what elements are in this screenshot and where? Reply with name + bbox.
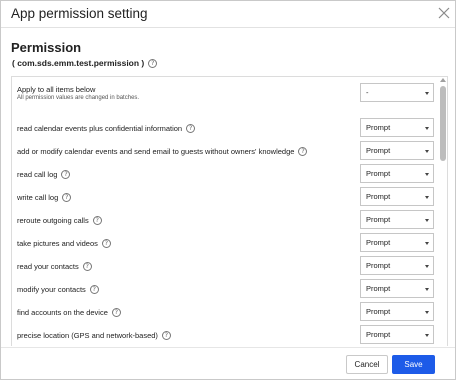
help-icon[interactable]: ?: [61, 169, 71, 179]
permission-select-value: Prompt: [366, 307, 391, 316]
scrollbar[interactable]: [439, 76, 447, 346]
dialog-footer: Cancel Save: [1, 347, 455, 379]
permission-select[interactable]: Prompt: [360, 302, 434, 321]
permission-label-row: read call log ?: [17, 168, 71, 180]
permission-row: read your contacts ? Prompt: [12, 255, 442, 277]
permission-row: modify your contacts ? Prompt: [12, 278, 442, 300]
permission-row: write call log ? Prompt: [12, 186, 442, 208]
chevron-down-icon: [425, 242, 429, 245]
chevron-down-icon: [425, 219, 429, 222]
save-button[interactable]: Save: [392, 355, 435, 374]
permission-label: read calendar events plus confidential i…: [17, 123, 183, 133]
permission-select[interactable]: Prompt: [360, 141, 434, 160]
permission-label-row: reroute outgoing calls ?: [17, 214, 102, 226]
chevron-down-icon: [425, 127, 429, 130]
help-icon[interactable]: ?: [62, 192, 72, 202]
help-icon[interactable]: ?: [161, 330, 171, 340]
chevron-down-icon: [425, 150, 429, 153]
permission-row: take pictures and videos ? Prompt: [12, 232, 442, 254]
permission-label: add or modify calendar events and send e…: [17, 146, 295, 156]
chevron-down-icon: [425, 334, 429, 337]
permission-label: read call log: [17, 169, 58, 179]
help-icon[interactable]: ?: [101, 238, 111, 248]
permission-select[interactable]: Prompt: [360, 279, 434, 298]
chevron-down-icon: [425, 265, 429, 268]
permission-select-value: Prompt: [366, 330, 391, 339]
chevron-down-icon: [425, 196, 429, 199]
permission-label: take pictures and videos: [17, 238, 98, 248]
permission-row: find accounts on the device ? Prompt: [12, 301, 442, 323]
permission-label-row: precise location (GPS and network-based)…: [17, 329, 171, 341]
permission-row: add or modify calendar events and send e…: [12, 140, 442, 162]
close-icon[interactable]: [437, 6, 451, 20]
section-title: Permission: [11, 40, 82, 55]
help-icon[interactable]: ?: [82, 261, 92, 271]
permission-label: reroute outgoing calls: [17, 215, 89, 225]
package-row: ( com.sds.emm.test.permission ) ?: [12, 57, 158, 69]
permission-label-row: take pictures and videos ?: [17, 237, 111, 249]
permission-label-row: add or modify calendar events and send e…: [17, 145, 308, 157]
permission-select-value: Prompt: [366, 192, 391, 201]
permission-label-row: modify your contacts ?: [17, 283, 99, 295]
permission-select-value: Prompt: [366, 284, 391, 293]
permission-row: read calendar events plus confidential i…: [12, 117, 442, 139]
apply-all-select[interactable]: -: [360, 83, 434, 102]
scrollbar-thumb[interactable]: [440, 86, 446, 161]
permission-select-value: Prompt: [366, 238, 391, 247]
help-icon[interactable]: ?: [92, 215, 102, 225]
permission-label: find accounts on the device: [17, 307, 108, 317]
chevron-down-icon: [425, 311, 429, 314]
apply-all-select-value: -: [366, 88, 369, 97]
permission-select[interactable]: Prompt: [360, 210, 434, 229]
permission-row: precise location (GPS and network-based)…: [12, 324, 442, 346]
permission-select[interactable]: Prompt: [360, 118, 434, 137]
chevron-down-icon: [425, 288, 429, 291]
cancel-button[interactable]: Cancel: [346, 355, 388, 374]
permission-select[interactable]: Prompt: [360, 256, 434, 275]
permission-row: reroute outgoing calls ? Prompt: [12, 209, 442, 231]
permission-select-value: Prompt: [366, 169, 391, 178]
chevron-down-icon: [425, 92, 429, 95]
permission-label-row: find accounts on the device ?: [17, 306, 121, 318]
scroll-up-icon[interactable]: [440, 78, 446, 82]
permission-label-row: write call log ?: [17, 191, 72, 203]
apply-all-label: Apply to all items below: [17, 85, 96, 94]
chevron-down-icon: [425, 173, 429, 176]
permission-row: read call log ? Prompt: [12, 163, 442, 185]
dialog-title: App permission setting: [11, 6, 148, 21]
apply-all-sublabel: All permission values are changed in bat…: [17, 95, 140, 101]
permission-select[interactable]: Prompt: [360, 233, 434, 252]
permission-label: write call log: [17, 192, 59, 202]
help-icon[interactable]: ?: [111, 307, 121, 317]
permission-select-value: Prompt: [366, 123, 391, 132]
permission-label-row: read your contacts ?: [17, 260, 92, 272]
permission-select-value: Prompt: [366, 261, 391, 270]
dialog-titlebar: App permission setting: [1, 1, 455, 28]
permission-list[interactable]: Apply to all items below All permission …: [11, 76, 448, 346]
permission-label: read your contacts: [17, 261, 79, 271]
permission-select[interactable]: Prompt: [360, 164, 434, 183]
permission-label: modify your contacts: [17, 284, 86, 294]
help-icon[interactable]: ?: [89, 284, 99, 294]
help-icon[interactable]: ?: [148, 58, 158, 68]
permission-dialog: App permission setting Permission ( com.…: [0, 0, 456, 380]
permission-label-row: read calendar events plus confidential i…: [17, 122, 196, 134]
permission-select-value: Prompt: [366, 146, 391, 155]
permission-label: precise location (GPS and network-based): [17, 330, 158, 340]
permission-select[interactable]: Prompt: [360, 187, 434, 206]
help-icon[interactable]: ?: [298, 146, 308, 156]
permission-select[interactable]: Prompt: [360, 325, 434, 344]
package-name: ( com.sds.emm.test.permission ): [12, 58, 145, 68]
permission-select-value: Prompt: [366, 215, 391, 224]
help-icon[interactable]: ?: [186, 123, 196, 133]
